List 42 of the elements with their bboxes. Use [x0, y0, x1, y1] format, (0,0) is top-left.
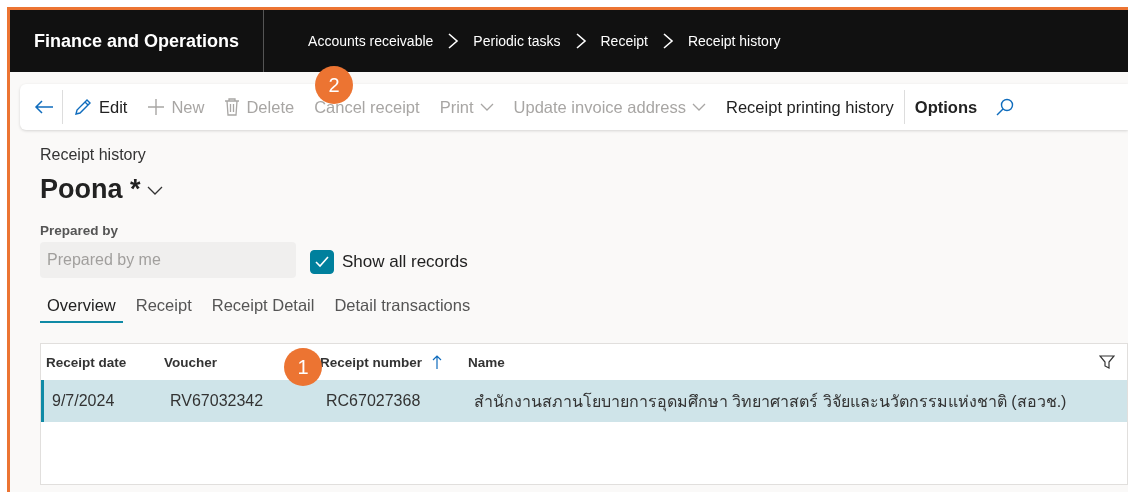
chevron-down-icon — [479, 102, 494, 112]
breadcrumb-link[interactable]: Periodic tasks — [473, 33, 561, 49]
toolbar-button[interactable]: Receipt printing history — [716, 91, 904, 123]
app-title[interactable]: Finance and Operations — [10, 10, 265, 72]
chevron-right-icon — [447, 32, 460, 50]
chevron-down-icon[interactable] — [146, 184, 163, 195]
column-header[interactable]: Voucher — [164, 354, 217, 370]
chevron-down-icon — [692, 102, 706, 112]
column-header[interactable]: Receipt date — [46, 354, 127, 370]
column-header[interactable]: Receipt number — [320, 354, 443, 370]
tab[interactable]: Receipt Detail — [204, 292, 322, 323]
breadcrumb-link[interactable]: Receipt — [600, 33, 648, 49]
page-caption: Receipt history — [40, 146, 147, 164]
filter-icon[interactable] — [1099, 355, 1115, 369]
annotation-badge: 1 — [284, 348, 322, 386]
checkbox[interactable] — [310, 250, 334, 274]
tab[interactable]: Receipt — [128, 292, 199, 323]
prepared-by-field[interactable]: Prepared by me — [40, 242, 296, 278]
chevron-right-icon — [574, 32, 587, 50]
checkmark-icon — [314, 255, 330, 269]
table-cell-text: 9/7/2024 — [52, 392, 116, 410]
options-button[interactable]: Options — [904, 91, 988, 123]
chevron-right-icon — [661, 32, 674, 50]
pencil-icon — [73, 97, 93, 117]
trash-icon — [224, 97, 241, 117]
plus-icon — [147, 98, 166, 116]
tab[interactable]: Overview — [40, 292, 123, 323]
column-header[interactable]: Name — [468, 354, 505, 370]
breadcrumb-link[interactable]: Receipt history — [687, 33, 781, 49]
back-arrow-icon — [34, 99, 54, 115]
search-icon — [995, 97, 1016, 117]
table-row[interactable]: 9/7/2024 RV67032342 RC67027368 สำนักงานสภานโยบายการอุดมศึกษา วิทยาศาสตร์ วิจัยและนวัตกรรมแห่งชาติ (สอวช.) — [41, 380, 1127, 422]
checkbox-label: Show all records — [342, 252, 468, 272]
field-label: Prepared by — [40, 223, 120, 238]
table-cell-text: RC67027368 — [326, 392, 422, 410]
breadcrumb-link[interactable]: Accounts receivable — [308, 33, 434, 49]
view-name[interactable]: Poona * — [40, 174, 141, 205]
table-cell-text: สำนักงานสภานโยบายการอุดมศึกษา วิทยาศาสตร์ วิจัยและนวัตกรรมแห่งชาติ (สอวช.) — [474, 391, 1068, 414]
edit-button[interactable]: Edit — [63, 91, 138, 123]
table-cell-text: RV67032342 — [170, 392, 265, 410]
tab[interactable]: Detail transactions — [327, 292, 478, 323]
sort-up-arrow-icon — [432, 354, 443, 370]
